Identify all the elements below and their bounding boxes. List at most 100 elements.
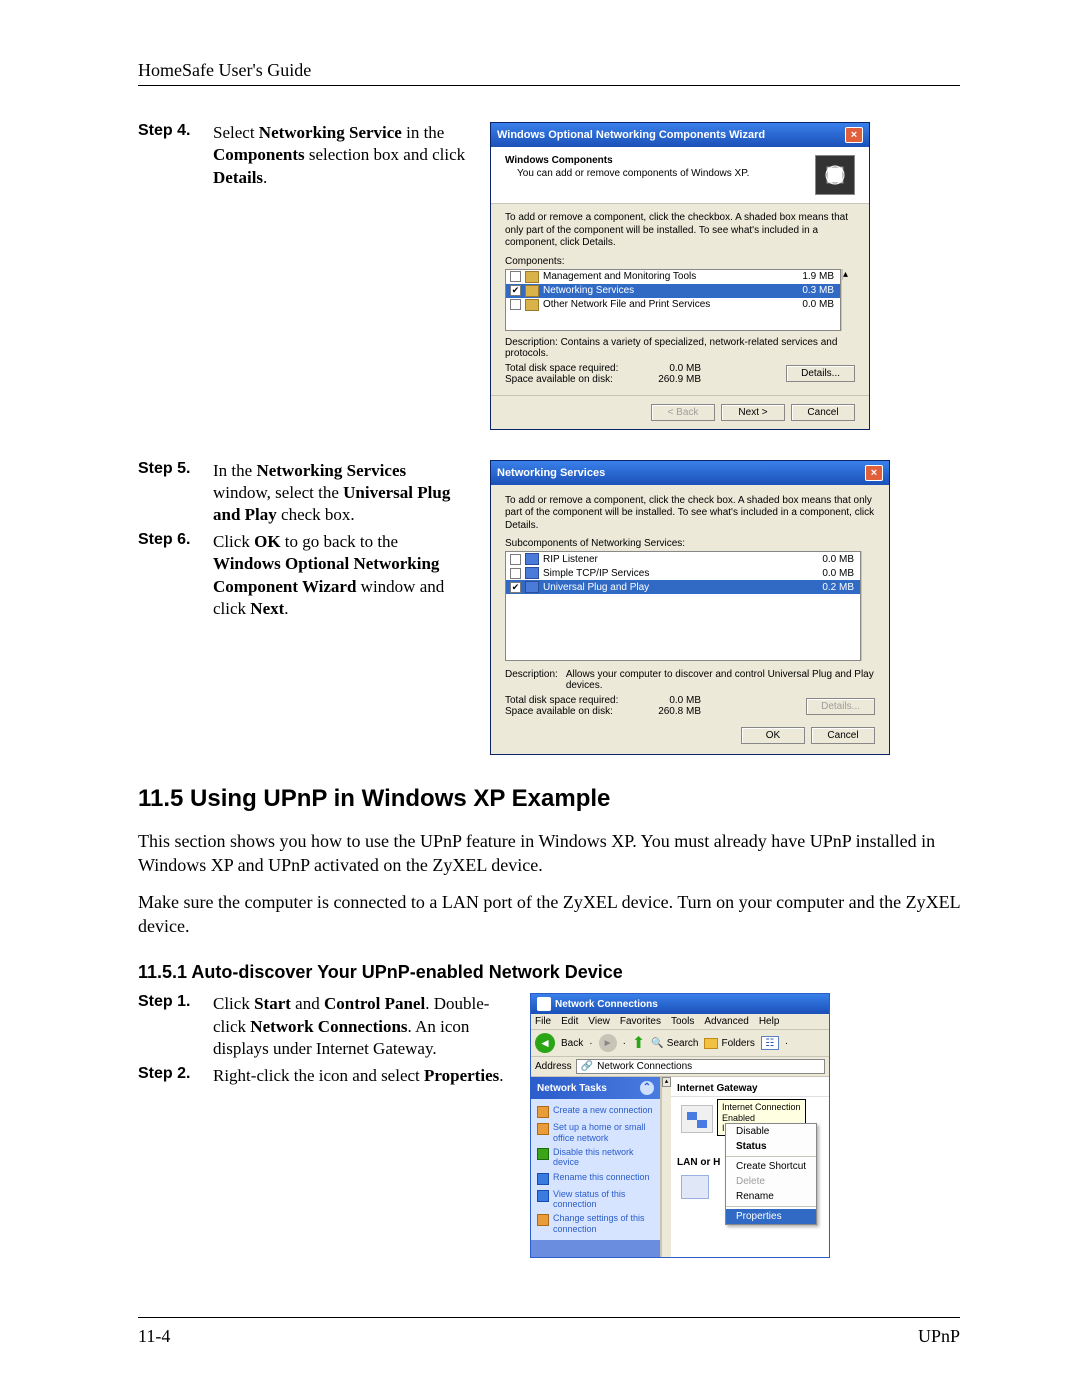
menubar[interactable]: File Edit View Favorites Tools Advanced … xyxy=(531,1014,829,1030)
desc-text: Allows your computer to discover and con… xyxy=(566,669,875,691)
menu-file[interactable]: File xyxy=(535,1016,551,1027)
wizard-instruction: To add or remove a component, click the … xyxy=(505,212,855,250)
close-icon[interactable]: × xyxy=(865,465,883,481)
task-item[interactable]: Disable this network device xyxy=(537,1145,654,1170)
lan-header: LAN or H xyxy=(677,1157,720,1168)
checkbox-icon[interactable] xyxy=(510,299,521,310)
wizard-titlebar[interactable]: Windows Optional Networking Components W… xyxy=(491,123,869,147)
disk-req-val: 0.0 MB xyxy=(645,363,701,374)
menu-advanced[interactable]: Advanced xyxy=(704,1016,748,1027)
doc-header: HomeSafe User's Guide xyxy=(138,60,960,81)
task-icon xyxy=(537,1190,549,1202)
cm-properties[interactable]: Properties xyxy=(726,1209,816,1224)
up-icon[interactable]: ⬆ xyxy=(632,1033,645,1053)
next-button[interactable]: Next > xyxy=(721,404,785,421)
back-icon[interactable]: ◄ xyxy=(535,1033,555,1053)
list-item[interactable]: Universal Plug and Play 0.2 MB xyxy=(506,580,860,594)
cm-shortcut[interactable]: Create Shortcut xyxy=(726,1159,816,1174)
lan-icon[interactable] xyxy=(681,1175,709,1199)
task-icon xyxy=(537,1123,549,1135)
scrollbar[interactable] xyxy=(861,551,875,661)
cancel-button[interactable]: Cancel xyxy=(791,404,855,421)
menu-tools[interactable]: Tools xyxy=(671,1016,694,1027)
task-item[interactable]: Change settings of this connection xyxy=(537,1211,654,1236)
folders-button[interactable]: Folders xyxy=(704,1038,754,1049)
back-label[interactable]: Back xyxy=(561,1038,583,1049)
step5-label: Step 5. xyxy=(138,460,213,478)
disk-req-label: Total disk space required: xyxy=(505,695,645,706)
cm-separator xyxy=(726,1156,816,1157)
wizard-dialog: Windows Optional Networking Components W… xyxy=(490,122,870,430)
tasks-scrollbar[interactable]: ▴ xyxy=(661,1077,671,1257)
list-item[interactable]: Management and Monitoring Tools 1.9 MB xyxy=(506,270,840,284)
list-item[interactable]: Other Network File and Print Services 0.… xyxy=(506,298,840,312)
step4-label: Step 4. xyxy=(138,122,213,140)
cm-separator xyxy=(726,1206,816,1207)
services-titlebar[interactable]: Networking Services × xyxy=(491,461,889,485)
ok-button[interactable]: OK xyxy=(741,727,805,744)
components-icon xyxy=(815,155,855,195)
service-icon xyxy=(525,567,539,579)
search-button[interactable]: 🔍Search xyxy=(651,1038,698,1049)
toolbar: ◄ Back · ► · ⬆ 🔍Search Folders ☷· xyxy=(531,1030,829,1057)
collapse-icon[interactable]: ⌃ xyxy=(640,1081,654,1095)
task-icon xyxy=(537,1214,549,1226)
cm-status[interactable]: Status xyxy=(726,1139,816,1154)
list-item[interactable]: RIP Listener 0.0 MB xyxy=(506,552,860,566)
menu-edit[interactable]: Edit xyxy=(561,1016,578,1027)
subsection-title: 11.5.1 Auto-discover Your UPnP-enabled N… xyxy=(138,962,960,983)
task-icon xyxy=(537,1173,549,1185)
address-bar[interactable]: Address 🔗 Network Connections xyxy=(531,1057,829,1077)
disk-avail-val: 260.8 MB xyxy=(645,706,701,717)
menu-view[interactable]: View xyxy=(588,1016,610,1027)
section-title: 11.5 Using UPnP in Windows XP Example xyxy=(138,785,960,813)
footer-rule xyxy=(138,1317,960,1318)
cm-rename[interactable]: Rename xyxy=(726,1189,816,1204)
menu-favorites[interactable]: Favorites xyxy=(620,1016,661,1027)
details-button[interactable]: Details... xyxy=(786,365,855,382)
nc-titlebar[interactable]: Network Connections xyxy=(531,994,829,1014)
disk-req-label: Total disk space required: xyxy=(505,363,645,374)
checkbox-icon[interactable] xyxy=(510,554,521,565)
context-menu[interactable]: Disable Status Create Shortcut Delete Re… xyxy=(725,1123,817,1225)
wizard-description: Description: Contains a variety of speci… xyxy=(505,337,855,359)
task-item[interactable]: Rename this connection xyxy=(537,1170,654,1187)
scrollbar[interactable]: ▴ xyxy=(841,269,855,331)
checkbox-icon[interactable] xyxy=(510,285,521,296)
tasks-header[interactable]: Network Tasks ⌃ xyxy=(531,1077,660,1099)
section-name: UPnP xyxy=(918,1326,960,1347)
main-pane[interactable]: Internet Gateway Internet Connection Ena… xyxy=(671,1077,829,1257)
subcomponents-listbox[interactable]: RIP Listener 0.0 MB Simple TCP/IP Servic… xyxy=(505,551,861,661)
page-number: 11-4 xyxy=(138,1326,170,1347)
address-icon: 🔗 xyxy=(581,1061,593,1072)
para2: Make sure the computer is connected to a… xyxy=(138,890,960,939)
connection-icon[interactable] xyxy=(681,1105,713,1133)
forward-icon: ► xyxy=(599,1034,617,1052)
checkbox-icon[interactable] xyxy=(510,568,521,579)
details-button: Details... xyxy=(806,698,875,715)
task-icon xyxy=(537,1148,549,1160)
folder-icon xyxy=(525,299,539,311)
step1-text: Click Start and Control Panel. Double-cl… xyxy=(213,993,518,1060)
subcomponents-label: Subcomponents of Networking Services: xyxy=(505,538,875,549)
checkbox-icon[interactable] xyxy=(510,271,521,282)
view-icon[interactable]: ☷ xyxy=(761,1036,779,1050)
nc-title-text: Network Connections xyxy=(555,999,658,1010)
task-item[interactable]: Create a new connection xyxy=(537,1103,654,1120)
step4-text: Select Networking Service in the Compone… xyxy=(213,122,468,189)
checkbox-icon[interactable] xyxy=(510,582,521,593)
cm-disable[interactable]: Disable xyxy=(726,1124,816,1139)
cancel-button[interactable]: Cancel xyxy=(811,727,875,744)
menu-help[interactable]: Help xyxy=(759,1016,780,1027)
task-item[interactable]: Set up a home or small office network xyxy=(537,1120,654,1145)
components-listbox[interactable]: Management and Monitoring Tools 1.9 MB N… xyxy=(505,269,841,331)
step1-label: Step 1. xyxy=(138,993,213,1011)
close-icon[interactable]: × xyxy=(845,127,863,143)
task-item[interactable]: View status of this connection xyxy=(537,1187,654,1212)
list-item[interactable]: Simple TCP/IP Services 0.0 MB xyxy=(506,566,860,580)
folder-icon xyxy=(704,1038,718,1049)
list-item[interactable]: Networking Services 0.3 MB xyxy=(506,284,840,298)
disk-avail-label: Space available on disk: xyxy=(505,706,645,717)
header-rule xyxy=(138,85,960,86)
folder-icon xyxy=(525,271,539,283)
